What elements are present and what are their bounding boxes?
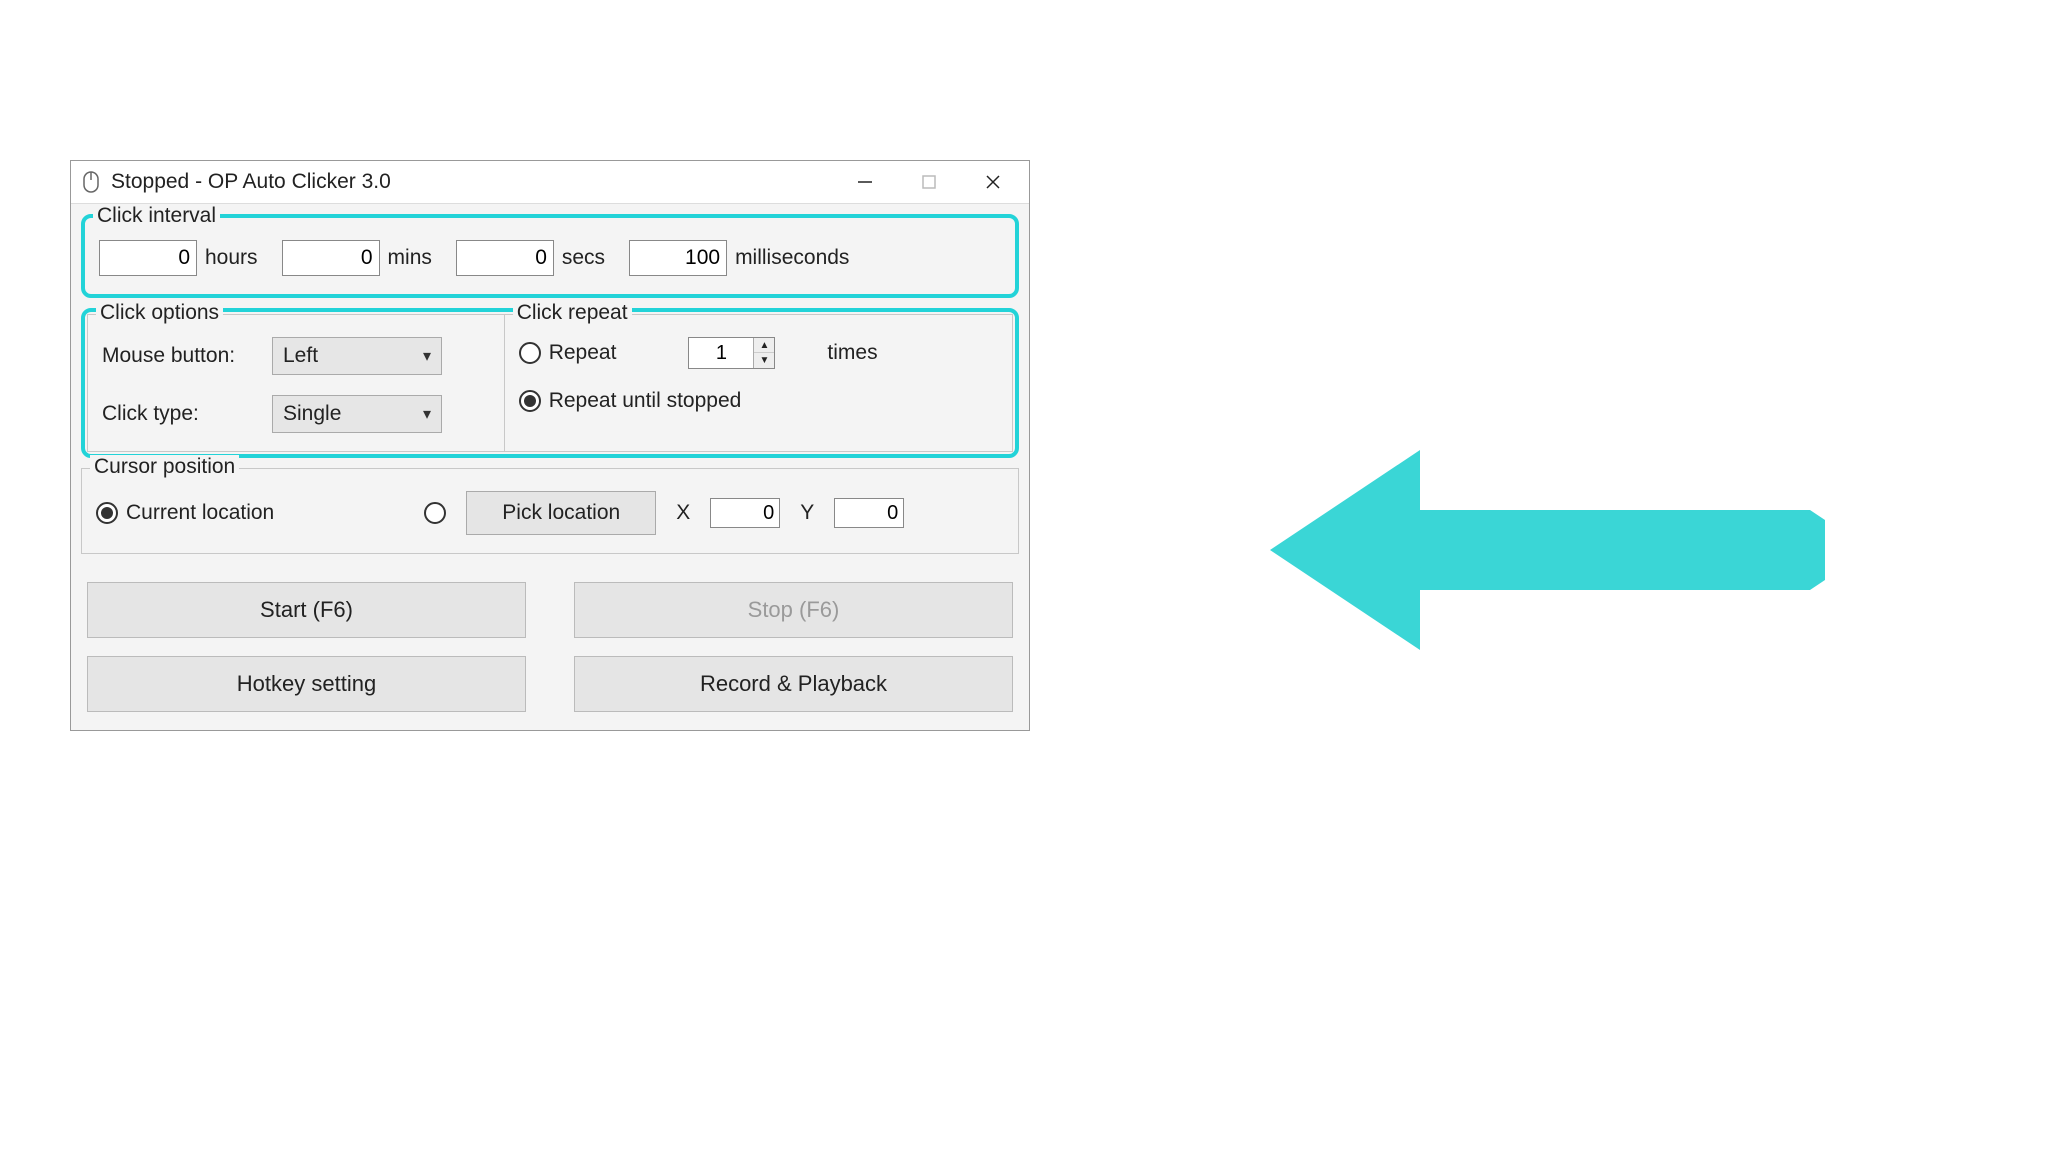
- spinner-down-icon[interactable]: ▼: [754, 353, 774, 368]
- click-interval-legend: Click interval: [93, 204, 220, 228]
- y-label: Y: [800, 501, 814, 525]
- interval-hours-input[interactable]: [99, 240, 197, 276]
- times-label: times: [827, 341, 877, 365]
- repeat-until-stopped-radio[interactable]: Repeat until stopped: [519, 389, 742, 413]
- chevron-down-icon: ▾: [423, 404, 431, 424]
- titlebar: Stopped - OP Auto Clicker 3.0: [71, 161, 1029, 204]
- maximize-button[interactable]: [897, 162, 961, 202]
- click-options-legend: Click options: [96, 301, 223, 325]
- record-playback-button[interactable]: Record & Playback: [574, 656, 1013, 712]
- pick-location-radio[interactable]: [424, 502, 446, 524]
- hours-label: hours: [205, 246, 258, 270]
- repeat-label: Repeat: [549, 341, 617, 365]
- click-type-select[interactable]: Single ▾: [272, 395, 442, 433]
- click-options-group: Click options Mouse button: Left ▾ Click…: [87, 314, 504, 452]
- mouse-button-value: Left: [283, 344, 318, 368]
- window-title: Stopped - OP Auto Clicker 3.0: [111, 170, 391, 194]
- click-repeat-legend: Click repeat: [513, 301, 632, 325]
- mouse-button-label: Mouse button:: [102, 344, 272, 368]
- mouse-button-select[interactable]: Left ▾: [272, 337, 442, 375]
- interval-secs-input[interactable]: [456, 240, 554, 276]
- pick-location-button[interactable]: Pick location: [466, 491, 656, 535]
- current-location-label: Current location: [126, 501, 274, 525]
- cursor-position-group: Cursor position Current location Pick lo…: [81, 468, 1019, 554]
- ms-label: milliseconds: [735, 246, 849, 270]
- annotation-arrow-left-icon: [1270, 440, 1830, 666]
- interval-mins-input[interactable]: [282, 240, 380, 276]
- start-button[interactable]: Start (F6): [87, 582, 526, 638]
- close-button[interactable]: [961, 162, 1025, 202]
- click-repeat-group: Click repeat Repeat ▲ ▼: [504, 314, 1013, 452]
- interval-ms-input[interactable]: [629, 240, 727, 276]
- current-location-radio[interactable]: Current location: [96, 501, 274, 525]
- click-interval-group: Click interval hours mins secs milliseco…: [81, 214, 1019, 298]
- cursor-x-input[interactable]: [710, 498, 780, 528]
- hotkey-setting-button[interactable]: Hotkey setting: [87, 656, 526, 712]
- mouse-icon: [81, 169, 101, 195]
- repeat-count-spinner[interactable]: ▲ ▼: [688, 337, 775, 369]
- cursor-position-legend: Cursor position: [90, 455, 239, 479]
- click-type-label: Click type:: [102, 402, 272, 426]
- mins-label: mins: [388, 246, 432, 270]
- chevron-down-icon: ▾: [423, 346, 431, 366]
- repeat-n-times-radio[interactable]: Repeat: [519, 341, 617, 365]
- cursor-y-input[interactable]: [834, 498, 904, 528]
- repeat-until-stopped-label: Repeat until stopped: [549, 389, 742, 413]
- repeat-count-input[interactable]: [689, 338, 753, 368]
- secs-label: secs: [562, 246, 605, 270]
- stop-button[interactable]: Stop (F6): [574, 582, 1013, 638]
- app-window: Stopped - OP Auto Clicker 3.0 Click inte…: [70, 160, 1030, 731]
- click-type-value: Single: [283, 402, 341, 426]
- minimize-button[interactable]: [833, 162, 897, 202]
- spinner-up-icon[interactable]: ▲: [754, 338, 774, 353]
- x-label: X: [676, 501, 690, 525]
